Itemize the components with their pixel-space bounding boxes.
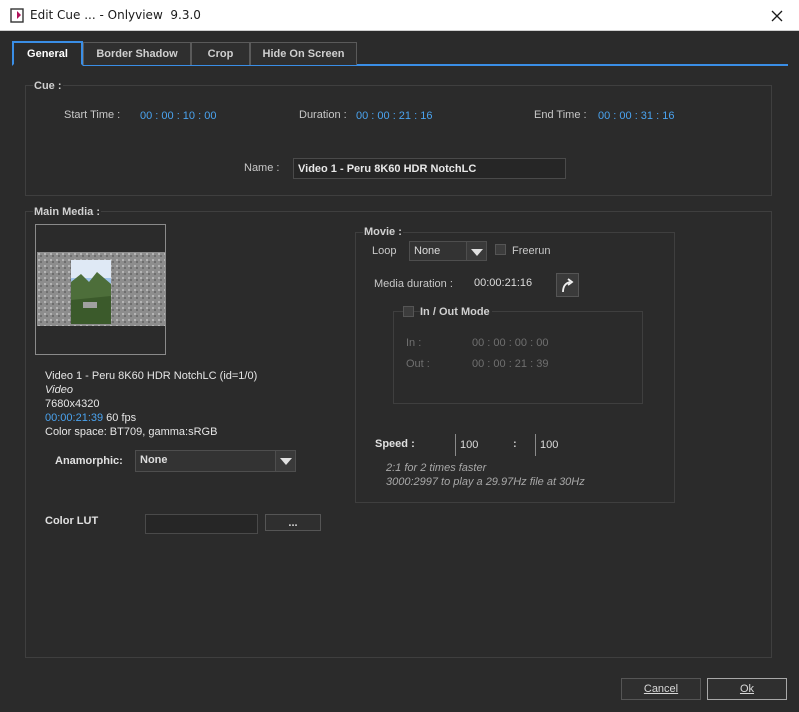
start-time-value[interactable]: 00 : 00 : 10 : 00 [140,110,216,122]
freerun-label: Freerun [512,245,551,257]
curved-arrow-icon [562,278,574,293]
cancel-label: Cancel [643,683,679,695]
tab-strip: General Border Shadow Crop Hide On Scree… [12,41,788,66]
color-lut-input[interactable] [145,514,258,534]
freerun-checkbox[interactable] [495,244,506,255]
name-input[interactable]: Video 1 - Peru 8K60 HDR NotchLC [293,158,566,179]
anamorphic-label: Anamorphic: [55,455,123,467]
out-value[interactable]: 00 : 00 : 21 : 39 [472,358,548,370]
speed-denominator-input[interactable]: 100 [535,434,585,456]
out-label: Out : [406,358,430,370]
media-info-name: Video 1 - Peru 8K60 HDR NotchLC (id=1/0) [45,370,258,382]
media-info-duration-line: 00:00:21:39 60 fps [45,412,136,424]
tab-crop[interactable]: Crop [191,42,250,65]
duration-value[interactable]: 00 : 00 : 21 : 16 [356,110,432,122]
color-lut-label: Color LUT [45,515,99,527]
speed-hint-2: 3000:2997 to play a 29.97Hz file at 30Hz [386,476,585,488]
end-time-label: End Time : [534,109,587,121]
media-thumbnail [35,224,166,355]
end-time-value[interactable]: 00 : 00 : 31 : 16 [598,110,674,122]
tab-general[interactable]: General [12,41,83,66]
media-info-type: Video [45,384,73,396]
media-info-color: Color space: BT709, gamma:sRGB [45,426,218,438]
speed-separator: : [513,438,517,450]
tab-border-shadow[interactable]: Border Shadow [83,42,191,65]
in-label: In : [406,337,422,349]
tab-hide-on-screen[interactable]: Hide On Screen [250,42,357,65]
close-icon [771,10,783,21]
media-info-resolution: 7680x4320 [45,398,100,410]
main-media-title: Main Media : [33,206,102,218]
name-label: Name : [244,162,280,174]
app-icon [10,8,24,23]
media-duration-value: 00:00:21:16 [474,277,533,289]
media-info-fps: 60 fps [103,412,137,424]
ok-label: Ok [739,683,755,695]
ok-button[interactable]: Ok [707,678,787,700]
color-lut-browse-button[interactable]: ... [265,514,321,531]
loop-select[interactable]: None [409,241,487,261]
speed-hint-1: 2:1 for 2 times faster [386,462,487,474]
chevron-down-icon [275,451,295,471]
close-button[interactable] [755,0,799,31]
thumbnail-image [37,252,165,326]
cancel-button[interactable]: Cancel [621,678,701,700]
loop-value: None [414,245,441,257]
movie-group-title: Movie : [363,226,403,238]
duration-label: Duration : [299,109,347,121]
speed-numerator-input[interactable]: 100 [455,434,505,456]
title-bar: Edit Cue ... - Onlyview 9.3.0 [0,0,799,31]
speed-label: Speed : [375,438,415,450]
media-info-duration: 00:00:21:39 [45,412,104,424]
loop-label: Loop [372,245,397,257]
in-value[interactable]: 00 : 00 : 00 : 00 [472,337,548,349]
inout-label: In / Out Mode [420,306,492,318]
window-title: Edit Cue ... - Onlyview 9.3.0 [30,8,201,22]
cue-group [25,85,772,196]
cue-group-title: Cue : [33,80,63,92]
chevron-down-icon [466,242,486,260]
media-duration-label: Media duration : [374,278,453,290]
apply-duration-button[interactable] [556,273,579,297]
anamorphic-value: None [140,454,168,466]
anamorphic-select[interactable]: None [135,450,296,472]
inout-checkbox[interactable] [403,306,414,317]
start-time-label: Start Time : [64,109,121,121]
